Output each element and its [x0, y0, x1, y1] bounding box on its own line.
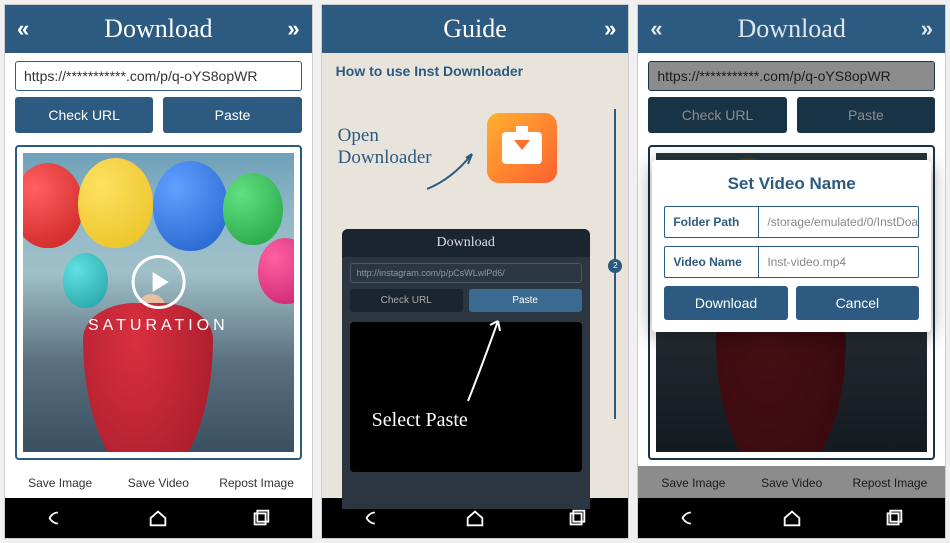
video-name-label: Video Name — [665, 247, 759, 277]
cancel-button[interactable]: Cancel — [796, 286, 919, 320]
mini-header: Download — [342, 229, 590, 257]
action-bar: Save Image Save Video Repost Image — [5, 466, 312, 498]
media-preview[interactable]: SATURATION — [15, 145, 302, 460]
mini-preview — [350, 322, 582, 472]
step2-label: Select Paste — [372, 409, 468, 432]
step1-label: Open Downloader — [338, 125, 432, 169]
preview-image: SATURATION — [23, 153, 294, 452]
button-row: Check URL Paste — [5, 97, 312, 141]
overlay-caption: SATURATION — [88, 317, 229, 335]
screenshot-2: « Guide » How to use Inst Downloader Ope… — [321, 4, 630, 539]
back-icon[interactable] — [362, 507, 384, 529]
play-icon[interactable] — [131, 255, 185, 309]
dialog-button-row: Download Cancel — [664, 286, 919, 320]
paste-button[interactable]: Paste — [163, 97, 301, 133]
next-arrow-icon[interactable]: » — [287, 16, 299, 42]
save-video-button[interactable]: Save Video — [745, 476, 839, 490]
recent-icon[interactable] — [250, 507, 272, 529]
save-video-button[interactable]: Save Video — [111, 476, 205, 490]
video-name-field[interactable]: Video Name Inst-video.mp4 — [664, 246, 919, 278]
folder-path-field[interactable]: Folder Path /storage/emulated/0/InstDoa — [664, 206, 919, 238]
next-arrow-icon[interactable]: » — [604, 16, 616, 42]
header-title: Download — [738, 14, 846, 44]
folder-path-value[interactable]: /storage/emulated/0/InstDoa — [759, 207, 918, 237]
guide-body: Open Downloader 2 Download http://instag… — [322, 89, 629, 498]
check-url-button[interactable]: Check URL — [15, 97, 153, 133]
set-video-name-dialog: Set Video Name Folder Path /storage/emul… — [652, 160, 931, 332]
recent-icon[interactable] — [566, 507, 588, 529]
android-navbar — [5, 498, 312, 538]
check-url-button[interactable]: Check URL — [648, 97, 786, 133]
mini-paste-btn: Paste — [469, 289, 582, 312]
url-input[interactable]: https://***********.com/p/q-oYS8opWR — [15, 61, 302, 91]
header-title: Download — [104, 14, 212, 44]
app-header: « Guide » — [322, 5, 629, 53]
home-icon[interactable] — [464, 507, 486, 529]
screenshot-3: « Download » https://***********.com/p/q… — [637, 4, 946, 539]
repost-image-button[interactable]: Repost Image — [843, 476, 937, 490]
screenshot-1: « Download » https://***********.com/p/q… — [4, 4, 313, 539]
recent-icon[interactable] — [883, 507, 905, 529]
save-image-button[interactable]: Save Image — [13, 476, 107, 490]
folder-path-label: Folder Path — [665, 207, 759, 237]
dialog-title: Set Video Name — [664, 160, 919, 206]
save-image-button[interactable]: Save Image — [646, 476, 740, 490]
home-icon[interactable] — [147, 507, 169, 529]
app-header: « Download » — [5, 5, 312, 53]
step-slider-thumb[interactable]: 2 — [608, 259, 622, 273]
home-icon[interactable] — [781, 507, 803, 529]
android-navbar — [638, 498, 945, 538]
url-input[interactable]: https://***********.com/p/q-oYS8opWR — [648, 61, 935, 91]
mini-button-row: Check URL Paste — [342, 289, 590, 318]
mini-url: http://instagram.com/p/pCsWLwlPd6/ — [350, 263, 582, 283]
guide-subtitle: How to use Inst Downloader — [322, 53, 629, 89]
paste-button[interactable]: Paste — [797, 97, 935, 133]
video-name-value[interactable]: Inst-video.mp4 — [759, 247, 918, 277]
action-bar: Save Image Save Video Repost Image — [638, 466, 945, 498]
back-icon[interactable] — [45, 507, 67, 529]
play-overlay[interactable]: SATURATION — [88, 255, 229, 335]
next-arrow-icon[interactable]: » — [921, 16, 933, 42]
back-icon[interactable] — [678, 507, 700, 529]
mini-phone-mockup: Download http://instagram.com/p/pCsWLwlP… — [342, 229, 590, 509]
prev-arrow-icon[interactable]: « — [650, 16, 662, 42]
download-button[interactable]: Download — [664, 286, 787, 320]
button-row: Check URL Paste — [638, 97, 945, 141]
app-header: « Download » — [638, 5, 945, 53]
repost-image-button[interactable]: Repost Image — [209, 476, 303, 490]
app-icon[interactable] — [487, 113, 557, 183]
mini-check-btn: Check URL — [350, 289, 463, 312]
header-title: Guide — [443, 14, 507, 44]
prev-arrow-icon[interactable]: « — [17, 16, 29, 42]
